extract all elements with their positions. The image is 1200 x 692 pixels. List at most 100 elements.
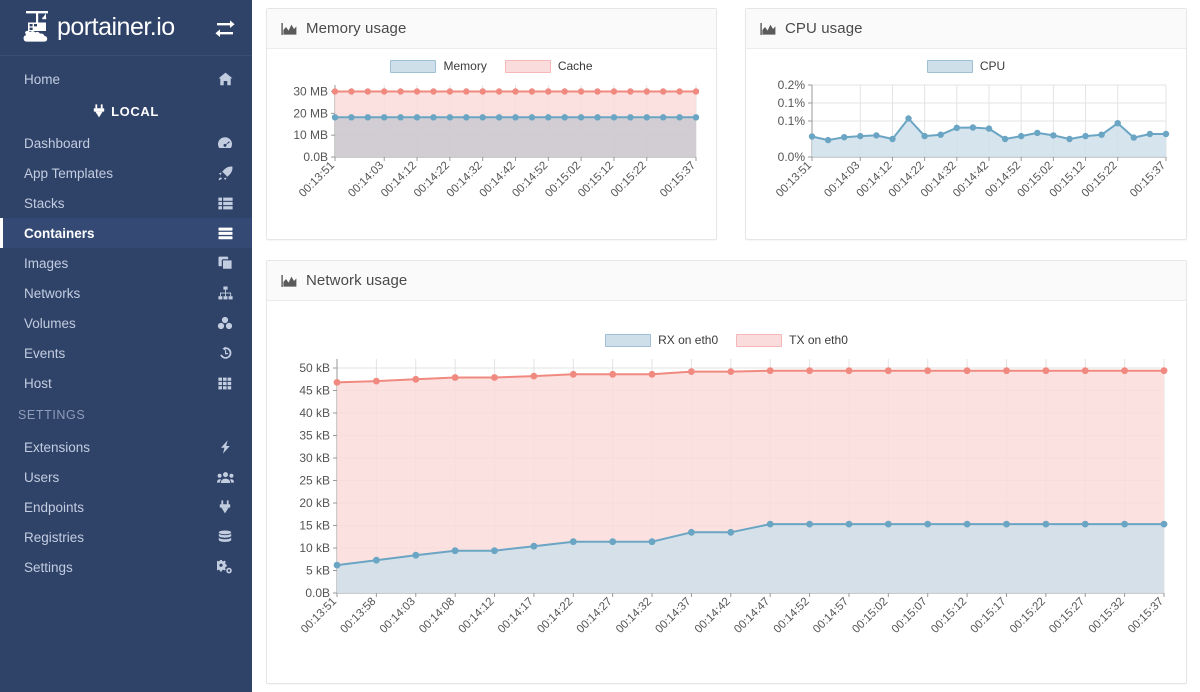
- legend-label: TX on eth0: [789, 333, 848, 347]
- main-content: Memory usage Memory Cache 30 MB 20 MB 10 M: [252, 0, 1200, 692]
- sidebar-item-label: Volumes: [24, 315, 76, 331]
- network-usage-panel: Network usage RX on eth0 TX on eth0 50 k…: [266, 260, 1187, 684]
- svg-text:00:13:51: 00:13:51: [299, 596, 339, 636]
- cpu-chart-legend: CPU: [756, 55, 1176, 77]
- svg-text:00:14:37: 00:14:37: [653, 596, 693, 636]
- sidebar-item-volumes[interactable]: Volumes: [0, 308, 252, 338]
- svg-text:5 kB: 5 kB: [306, 564, 330, 578]
- bolt-icon: [216, 440, 234, 454]
- svg-text:0.0B: 0.0B: [303, 150, 328, 164]
- area-chart-icon: [281, 274, 297, 288]
- rocket-icon: [216, 166, 234, 181]
- svg-text:00:14:47: 00:14:47: [732, 596, 772, 636]
- svg-text:40 kB: 40 kB: [299, 406, 330, 420]
- svg-text:0.1%: 0.1%: [778, 96, 806, 110]
- legend-item-tx[interactable]: TX on eth0: [736, 333, 848, 347]
- history-icon: [216, 346, 234, 360]
- cogs-icon: [216, 560, 234, 574]
- area-chart-icon: [760, 22, 776, 36]
- sidebar-item-label: Images: [24, 255, 69, 271]
- svg-text:20 kB: 20 kB: [299, 496, 330, 510]
- memory-panel-body: Memory Cache 30 MB 20 MB 10 MB 0.0B 00:13:51…: [267, 49, 716, 233]
- svg-text:00:13:58: 00:13:58: [338, 596, 378, 636]
- sidebar-section-label: SETTINGS: [18, 408, 86, 422]
- svg-text:00:15:37: 00:15:37: [1128, 160, 1168, 200]
- cpu-panel-body: CPU 0.2% 0.1% 0.1% 0.0% 00:13:51 00:14:03 00:1…: [746, 49, 1186, 233]
- sidebar-item-host[interactable]: Host: [0, 368, 252, 398]
- area-chart-icon: [281, 22, 297, 36]
- legend-item-cpu[interactable]: CPU: [926, 59, 1006, 73]
- network-panel-header: Network usage: [267, 261, 1186, 301]
- sidebar-item-dashboard[interactable]: Dashboard: [0, 128, 252, 158]
- svg-text:00:15:07: 00:15:07: [890, 596, 930, 636]
- svg-text:50 kB: 50 kB: [299, 361, 330, 375]
- svg-text:00:15:22: 00:15:22: [1008, 596, 1048, 636]
- sidebar-item-extensions[interactable]: Extensions: [0, 432, 252, 462]
- svg-text:00:15:02: 00:15:02: [850, 596, 890, 636]
- svg-text:00:14:57: 00:14:57: [811, 596, 851, 636]
- sidebar: portainer.io Home LOCAL Dashboard App Te…: [0, 0, 252, 692]
- sitemap-icon: [216, 286, 234, 300]
- sidebar-item-users[interactable]: Users: [0, 462, 252, 492]
- th-grid-icon: [216, 377, 234, 390]
- svg-text:00:14:03: 00:14:03: [378, 596, 418, 636]
- memory-panel-header: Memory usage: [267, 9, 716, 49]
- svg-text:00:15:17: 00:15:17: [968, 596, 1008, 636]
- network-usage-chart[interactable]: 50 kB 45 kB 40 kB 35 kB 30 kB 25 kB 20 kB 15 kB…: [277, 351, 1176, 681]
- memory-usage-chart[interactable]: 30 MB20 MB10 MB0.0B00:13:51 00:14:0300:14…: [277, 77, 706, 229]
- svg-text:25 kB: 25 kB: [299, 474, 330, 488]
- svg-text:35 kB: 35 kB: [299, 429, 330, 443]
- server-stack-icon: [216, 227, 234, 240]
- legend-item-memory[interactable]: Memory: [390, 59, 487, 73]
- sidebar-item-events[interactable]: Events: [0, 338, 252, 368]
- portainer-whale-crane-logo: [22, 9, 56, 47]
- sidebar-item-endpoints[interactable]: Endpoints: [0, 492, 252, 522]
- sidebar-item-networks[interactable]: Networks: [0, 278, 252, 308]
- clone-icon: [216, 256, 234, 270]
- svg-text:00:15:37: 00:15:37: [658, 160, 698, 200]
- svg-text:00:15:32: 00:15:32: [1087, 596, 1127, 636]
- legend-item-rx[interactable]: RX on eth0: [605, 333, 718, 347]
- sidebar-endpoint-label: LOCAL: [111, 103, 159, 119]
- svg-text:00:15:22: 00:15:22: [1080, 160, 1120, 200]
- sidebar-item-app-templates[interactable]: App Templates: [0, 158, 252, 188]
- legend-swatch-memory: [390, 59, 437, 73]
- memory-chart-legend: Memory Cache: [277, 55, 706, 77]
- legend-item-cache[interactable]: Cache: [504, 59, 593, 73]
- panel-title: Memory usage: [306, 20, 407, 37]
- svg-text:0.2%: 0.2%: [778, 78, 806, 92]
- svg-text:00:15:37: 00:15:37: [1126, 596, 1166, 636]
- legend-label: Memory: [443, 59, 487, 73]
- sidebar-item-registries[interactable]: Registries: [0, 522, 252, 552]
- tachometer-icon: [216, 136, 234, 150]
- exchange-arrows-icon[interactable]: [214, 19, 236, 37]
- th-list-icon: [216, 197, 234, 210]
- sidebar-section-settings: SETTINGS: [0, 398, 252, 432]
- svg-text:00:14:08: 00:14:08: [417, 596, 457, 636]
- sidebar-item-home[interactable]: Home: [0, 64, 252, 94]
- svg-text:00:15:22: 00:15:22: [609, 160, 649, 200]
- sidebar-item-label: App Templates: [24, 165, 114, 181]
- charts-row-bottom: Network usage RX on eth0 TX on eth0 50 k…: [266, 260, 1191, 684]
- sidebar-item-label: Events: [24, 345, 66, 361]
- svg-text:00:14:42: 00:14:42: [693, 596, 733, 636]
- sidebar-item-settings[interactable]: Settings: [0, 552, 252, 582]
- sidebar-item-label: Networks: [24, 285, 81, 301]
- svg-text:0.0B: 0.0B: [305, 586, 330, 600]
- sidebar-item-label: Host: [24, 375, 52, 391]
- legend-swatch-cpu: [926, 59, 973, 73]
- sidebar-item-stacks[interactable]: Stacks: [0, 188, 252, 218]
- network-panel-body: RX on eth0 TX on eth0 50 kB 45 kB 40 kB 35 …: [267, 301, 1186, 685]
- legend-swatch-rx: [605, 333, 652, 347]
- sidebar-item-label: Home: [24, 71, 61, 87]
- legend-label: CPU: [979, 59, 1006, 73]
- sidebar-item-containers[interactable]: Containers: [0, 218, 252, 248]
- cpu-usage-chart[interactable]: 0.2%0.1%0.1%0.0%00:13:51 00:14:0300:14:12…: [756, 77, 1176, 229]
- sidebar-brand[interactable]: portainer.io: [0, 0, 252, 56]
- svg-text:0.1%: 0.1%: [778, 114, 806, 128]
- legend-label: Cache: [557, 59, 593, 73]
- svg-text:00:14:22: 00:14:22: [535, 596, 575, 636]
- svg-text:00:13:51: 00:13:51: [774, 160, 814, 200]
- panel-title: Network usage: [306, 272, 408, 289]
- sidebar-item-images[interactable]: Images: [0, 248, 252, 278]
